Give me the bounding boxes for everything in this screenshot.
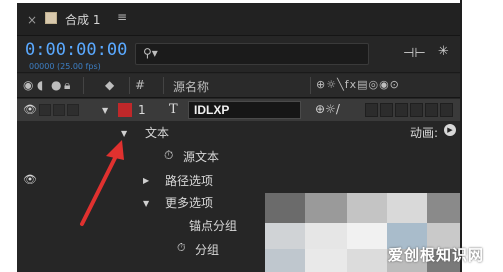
search-icon: ⚲▾	[143, 46, 158, 60]
expand-text-group-icon[interactable]: ▼	[121, 129, 127, 138]
switch-cell[interactable]	[365, 103, 378, 117]
layer-column-header: ◉ ◖ ● 🔒︎ ◆ # 源名称 ⊕☼╲fx▤◎◉⊙	[17, 74, 460, 98]
layer-number: 1	[138, 103, 146, 117]
timecode-row: 0:00:00:00 00000 (25.00 fps) ⚲▾ ⊣⊢ ✳	[17, 37, 460, 73]
column-divider	[310, 77, 311, 94]
layer-row[interactable]: 👁︎ ▼ 1 T IDLXP ⊕☼/	[17, 99, 460, 121]
screenshot-frame: × 合成 1 ≡ 0:00:00:00 00000 (25.00 fps) ⚲▾…	[0, 0, 503, 272]
layer-switches[interactable]: ⊕☼/	[315, 102, 340, 116]
video-switch-header-icon: ◉	[23, 78, 34, 92]
column-divider	[129, 77, 130, 94]
close-tab-icon[interactable]: ×	[27, 13, 37, 27]
animate-menu-label: 动画:	[410, 126, 439, 140]
lock-header-icon: 🔒︎	[64, 78, 71, 92]
switch-cell[interactable]	[410, 103, 423, 117]
outside-margin	[460, 0, 503, 272]
more-options-group[interactable]: 更多选项	[165, 194, 213, 211]
layer-index-header: #	[135, 78, 146, 92]
expand-more-options-icon[interactable]: ▼	[143, 199, 149, 208]
stopwatch-icon[interactable]: ⏱︎	[164, 148, 173, 163]
switch-cell[interactable]	[395, 103, 408, 117]
label-header-icon: ◆	[105, 78, 115, 92]
visibility-eye-icon[interactable]: 👁︎	[23, 173, 37, 186]
path-options-group[interactable]: 路径选项	[165, 172, 213, 189]
grouping-alignment-property[interactable]: 分组	[195, 241, 219, 258]
column-divider	[83, 77, 84, 94]
current-time-display[interactable]: 0:00:00:00	[25, 40, 127, 60]
switch-cell[interactable]	[440, 103, 453, 117]
expand-path-options-icon[interactable]: ▶	[143, 176, 149, 185]
expand-layer-icon[interactable]: ▼	[102, 106, 108, 115]
draft-3d-icon[interactable]: ✳	[438, 44, 449, 59]
solo-switch-header-icon: ●	[51, 78, 62, 92]
source-text-property[interactable]: 源文本	[183, 148, 219, 165]
watermark-text: 爱创根知识网	[388, 246, 485, 264]
audio-switch-header-icon: ◖	[37, 78, 44, 92]
text-property-group[interactable]: 文本	[145, 124, 169, 141]
layer-name-field[interactable]: IDLXP	[188, 101, 301, 119]
panel-menu-icon[interactable]: ≡	[117, 10, 127, 24]
visibility-eye-icon[interactable]: 👁︎	[23, 103, 37, 116]
column-divider	[163, 77, 164, 94]
source-name-header[interactable]: 源名称	[173, 78, 209, 95]
switch-cell[interactable]	[380, 103, 393, 117]
layer-search-input[interactable]: ⚲▾	[135, 43, 369, 65]
switch-cell[interactable]	[425, 103, 438, 117]
timeline-panel: × 合成 1 ≡ 0:00:00:00 00000 (25.00 fps) ⚲▾…	[17, 3, 460, 272]
comp-flowchart-icon[interactable]: ⊣⊢	[403, 46, 426, 61]
composition-tab-title[interactable]: 合成 1	[65, 11, 100, 28]
text-layer-icon: T	[169, 102, 178, 117]
lock-toggle[interactable]	[67, 104, 79, 116]
panel-tab-bar: × 合成 1 ≡	[17, 3, 460, 36]
anchor-grouping-property[interactable]: 锚点分组	[189, 217, 237, 234]
audio-toggle[interactable]	[39, 104, 51, 116]
layer-label-color[interactable]	[118, 103, 132, 117]
composition-icon	[45, 12, 57, 24]
stopwatch-icon[interactable]: ⏱︎	[177, 241, 186, 255]
layer-switches-header: ⊕☼╲fx▤◎◉⊙	[316, 78, 400, 91]
solo-toggle[interactable]	[53, 104, 65, 116]
frame-rate-label: 00000 (25.00 fps)	[29, 62, 101, 71]
animate-menu-button[interactable]: ▶	[444, 124, 456, 136]
